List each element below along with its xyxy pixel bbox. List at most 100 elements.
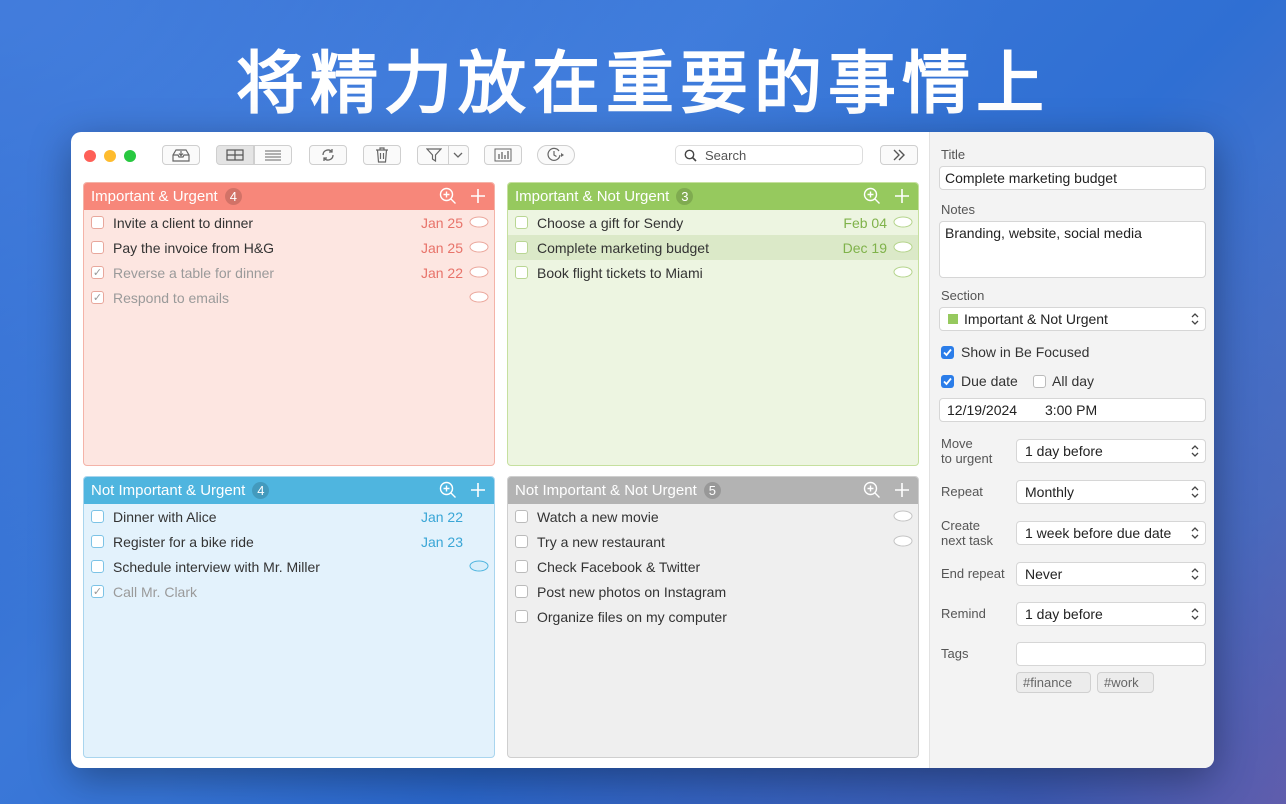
task-row[interactable]: ✓ Call Mr. Clark (84, 579, 494, 604)
list-view-button[interactable] (254, 145, 292, 165)
focus-timer-button[interactable] (537, 145, 575, 165)
section-select[interactable]: Important & Not Urgent (939, 307, 1206, 331)
task-row[interactable]: Schedule interview with Mr. Miller (84, 554, 494, 579)
minimize-window-button[interactable] (104, 150, 116, 162)
show-focused-checkbox[interactable] (941, 346, 954, 359)
remind-select[interactable]: 1 day before (1016, 602, 1206, 626)
checkmark-icon (943, 348, 952, 357)
task-checkbox[interactable] (515, 510, 528, 523)
add-task-icon[interactable] (469, 187, 487, 205)
updown-chevron-icon (1191, 527, 1199, 539)
task-title: Check Facebook & Twitter (537, 558, 701, 575)
tag-chip[interactable]: #work (1097, 672, 1154, 693)
comment-bubble-icon[interactable] (469, 291, 489, 304)
title-field[interactable]: Complete marketing budget (939, 166, 1206, 190)
quadrant-header: Not Important & Urgent 4 (84, 477, 494, 504)
statistics-button[interactable] (484, 145, 522, 165)
chevron-down-icon (453, 152, 463, 158)
sync-button[interactable] (309, 145, 347, 165)
task-row[interactable]: Choose a gift for Sendy Feb 04 (508, 210, 918, 235)
task-checkbox[interactable] (515, 216, 528, 229)
task-checkbox-checked[interactable]: ✓ (91, 291, 104, 304)
due-datetime-field[interactable]: 12/19/2024 3:00 PM (939, 398, 1206, 422)
task-title: Respond to emails (113, 289, 229, 306)
task-title: Dinner with Alice (113, 508, 217, 525)
due-date-checkbox[interactable] (941, 375, 954, 388)
repeat-select[interactable]: Monthly (1016, 480, 1206, 504)
task-checkbox[interactable] (91, 535, 104, 548)
task-row[interactable]: Try a new restaurant (508, 529, 918, 554)
tags-input[interactable] (1016, 642, 1206, 666)
task-title: Post new photos on Instagram (537, 583, 727, 600)
app-window: Search Important & Urgent 4 Invite a cli… (71, 132, 1214, 768)
all-day-checkbox[interactable] (1033, 375, 1046, 388)
task-due-date: Jan 23 (420, 533, 463, 550)
task-row-selected[interactable]: Complete marketing budget Dec 19 (508, 235, 918, 260)
task-checkbox[interactable] (515, 560, 528, 573)
matrix-board: Important & Urgent 4 Invite a client to … (71, 180, 929, 768)
task-row[interactable]: ✓ Respond to emails (84, 285, 494, 310)
create-next-task-select[interactable]: 1 week before due date (1016, 521, 1206, 545)
grid-view-button[interactable] (216, 145, 254, 165)
remind-value: 1 day before (1025, 606, 1103, 622)
zoom-window-button[interactable] (124, 150, 136, 162)
task-checkbox[interactable] (515, 535, 528, 548)
move-to-urgent-select[interactable]: 1 day before (1016, 439, 1206, 463)
zoom-in-icon[interactable] (863, 481, 881, 499)
comment-bubble-icon[interactable] (469, 266, 489, 279)
search-input[interactable]: Search (675, 145, 863, 165)
time-value[interactable]: 3:00 PM (1045, 402, 1097, 418)
task-checkbox[interactable] (91, 510, 104, 523)
task-row[interactable]: Book flight tickets to Miami (508, 260, 918, 285)
task-checkbox[interactable] (515, 585, 528, 598)
close-window-button[interactable] (84, 150, 96, 162)
end-repeat-select[interactable]: Never (1016, 562, 1206, 586)
task-row[interactable]: ✓ Reverse a table for dinner Jan 22 (84, 260, 494, 285)
tag-chip[interactable]: #finance (1016, 672, 1091, 693)
task-title: Choose a gift for Sendy (537, 214, 684, 231)
task-checkbox[interactable] (515, 610, 528, 623)
date-value[interactable]: 12/19/2024 (947, 402, 1017, 418)
task-row[interactable]: Pay the invoice from H&G Jan 25 (84, 235, 494, 260)
toolbar: Search (71, 132, 929, 180)
comment-bubble-icon[interactable] (893, 241, 913, 254)
quadrant-header: Important & Not Urgent 3 (508, 183, 918, 210)
comment-bubble-icon[interactable] (469, 241, 489, 254)
comment-bubble-icon[interactable] (893, 510, 913, 523)
notes-field[interactable]: Branding, website, social media (939, 221, 1206, 278)
task-checkbox[interactable] (515, 241, 528, 254)
task-row[interactable]: Check Facebook & Twitter (508, 554, 918, 579)
task-checkbox[interactable] (91, 216, 104, 229)
inbox-button[interactable] (162, 145, 200, 165)
task-row[interactable]: Invite a client to dinner Jan 25 (84, 210, 494, 235)
task-checkbox[interactable] (91, 560, 104, 573)
task-row[interactable]: Organize files on my computer (508, 604, 918, 629)
comment-bubble-icon[interactable] (469, 216, 489, 229)
grid-icon (226, 149, 244, 161)
add-task-icon[interactable] (893, 187, 911, 205)
section-color-swatch (948, 314, 958, 324)
task-checkbox[interactable] (91, 241, 104, 254)
toggle-sidebar-button[interactable] (880, 145, 918, 165)
comment-bubble-icon[interactable] (469, 560, 489, 573)
zoom-in-icon[interactable] (863, 187, 881, 205)
task-row[interactable]: Register for a bike ride Jan 23 (84, 529, 494, 554)
add-task-icon[interactable] (893, 481, 911, 499)
zoom-in-icon[interactable] (439, 481, 457, 499)
comment-bubble-icon[interactable] (893, 266, 913, 279)
add-task-icon[interactable] (469, 481, 487, 499)
quadrant-count: 5 (703, 482, 721, 499)
task-row[interactable]: Post new photos on Instagram (508, 579, 918, 604)
delete-button[interactable] (363, 145, 401, 165)
comment-bubble-icon[interactable] (893, 216, 913, 229)
end-repeat-label: End repeat (941, 566, 1005, 581)
task-row[interactable]: Dinner with Alice Jan 22 (84, 504, 494, 529)
task-title: Complete marketing budget (537, 239, 709, 256)
zoom-in-icon[interactable] (439, 187, 457, 205)
task-checkbox-checked[interactable]: ✓ (91, 266, 104, 279)
task-checkbox-checked[interactable]: ✓ (91, 585, 104, 598)
task-row[interactable]: Watch a new movie (508, 504, 918, 529)
filter-button[interactable] (417, 145, 469, 165)
task-checkbox[interactable] (515, 266, 528, 279)
comment-bubble-icon[interactable] (893, 535, 913, 548)
